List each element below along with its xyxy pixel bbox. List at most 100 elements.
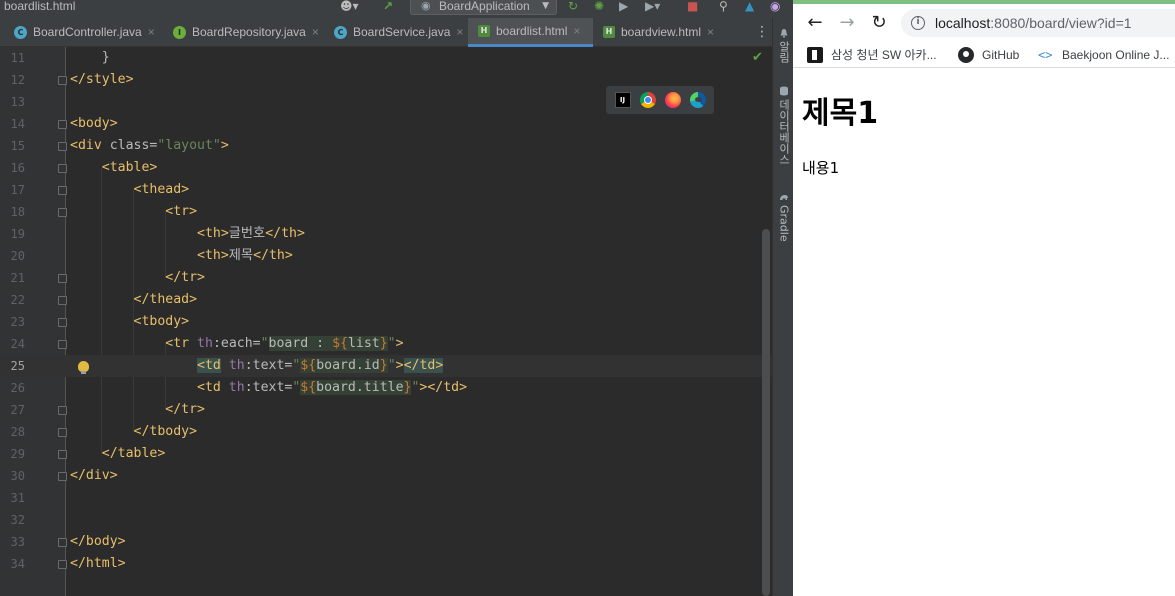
gradle-panel-button[interactable]: Gradle bbox=[773, 192, 794, 242]
plugin-icon[interactable]: ◉ bbox=[770, 0, 780, 14]
fold-marker[interactable] bbox=[58, 76, 67, 85]
vertical-scrollbar[interactable] bbox=[762, 229, 770, 596]
close-icon[interactable]: × bbox=[573, 24, 580, 38]
firefox-icon[interactable] bbox=[664, 92, 681, 108]
ide-toolbar: boardlist.html ☻▾ ↗ ◉ BoardApplication ▼… bbox=[0, 0, 793, 18]
close-icon[interactable]: × bbox=[707, 25, 714, 39]
tab-boardlist-html[interactable]: H boardlist.html × bbox=[468, 18, 593, 47]
fold-marker[interactable] bbox=[58, 164, 67, 173]
code-text: </tr> bbox=[70, 402, 205, 417]
fold-marker[interactable] bbox=[58, 208, 67, 217]
edge-icon[interactable] bbox=[689, 92, 706, 108]
html-file-icon: H bbox=[478, 25, 490, 37]
tab-board-service[interactable]: C BoardService.java × bbox=[320, 18, 468, 46]
line-number: 14 bbox=[10, 117, 25, 131]
code-line-16[interactable]: 16 <table> bbox=[0, 157, 772, 179]
url-host: localhost bbox=[935, 15, 991, 31]
coverage-icon[interactable]: ▶ bbox=[619, 0, 628, 14]
reload-icon[interactable]: ↻ bbox=[867, 11, 891, 35]
stop-icon[interactable]: ■ bbox=[687, 0, 698, 14]
database-panel-button[interactable]: 데이터베이스 bbox=[773, 86, 794, 165]
bookmark-ssafy[interactable]: 삼성 청년 SW 아카... bbox=[807, 42, 937, 67]
code-line-23[interactable]: 23 <tbody> bbox=[0, 311, 772, 333]
forward-arrow-icon[interactable]: → bbox=[835, 11, 859, 35]
fold-marker[interactable] bbox=[58, 142, 67, 151]
fold-marker[interactable] bbox=[58, 428, 67, 437]
code-line-34[interactable]: 34 </html> bbox=[0, 553, 772, 575]
run-configuration-selector[interactable]: ◉ BoardApplication ▼ bbox=[410, 0, 557, 15]
fold-marker[interactable] bbox=[58, 560, 67, 569]
search-icon[interactable]: ⚲ bbox=[719, 0, 728, 14]
close-icon[interactable]: × bbox=[148, 25, 155, 39]
fold-marker[interactable] bbox=[58, 538, 67, 547]
code-line-24[interactable]: 24 <tr th:each="board : ${list}"> bbox=[0, 333, 772, 355]
html-file-icon: H bbox=[603, 26, 615, 38]
inspection-ok-check-icon[interactable]: ✔ bbox=[752, 50, 763, 66]
address-bar[interactable]: i localhost:8080/board/view?id=1 bbox=[901, 9, 1175, 37]
fold-marker[interactable] bbox=[58, 120, 67, 129]
update-icon[interactable]: ▲ bbox=[745, 0, 754, 14]
code-line-27[interactable]: 27 </tr> bbox=[0, 399, 772, 421]
code-text: </table> bbox=[70, 446, 166, 461]
code-line-11[interactable]: 11 } bbox=[0, 47, 772, 69]
code-line-19[interactable]: 19 <th>글번호</th> bbox=[0, 223, 772, 245]
code-line-22[interactable]: 22 </thead> bbox=[0, 289, 772, 311]
profiler-icon[interactable]: ▶▾ bbox=[645, 0, 660, 14]
code-text: <th>글번호</th> bbox=[70, 226, 305, 241]
intellij-icon[interactable]: IJ bbox=[614, 92, 631, 108]
url-text[interactable]: localhost:8080/board/view?id=1 bbox=[935, 9, 1132, 37]
post-content-text: 내용1 bbox=[802, 159, 840, 177]
code-line-26[interactable]: 26 <td th:text="${board.title}"></td> bbox=[0, 377, 772, 399]
code-line-29[interactable]: 29 </table> bbox=[0, 443, 772, 465]
code-line-17[interactable]: 17 <thead> bbox=[0, 179, 772, 201]
code-line-25[interactable]: 25 <td th:text="${board.id}"></td> bbox=[0, 355, 772, 377]
chrome-icon[interactable] bbox=[639, 92, 656, 108]
fold-marker[interactable] bbox=[58, 274, 67, 283]
code-text: <th>제목</th> bbox=[70, 248, 293, 263]
code-line-15[interactable]: 15 <div class="layout"> bbox=[0, 135, 772, 157]
code-line-28[interactable]: 28 </tbody> bbox=[0, 421, 772, 443]
code-line-20[interactable]: 20 <th>제목</th> bbox=[0, 245, 772, 267]
rerun-icon[interactable]: ↻ bbox=[568, 0, 578, 14]
build-hammer-icon[interactable]: ↗ bbox=[383, 0, 393, 14]
bookmark-github[interactable]: GitHub bbox=[958, 42, 1019, 67]
fold-marker[interactable] bbox=[58, 472, 67, 481]
bookmark-baekjoon[interactable]: <> Baekjoon Online J... bbox=[1038, 42, 1169, 67]
code-line-32[interactable]: 32 bbox=[0, 509, 772, 531]
code-line-21[interactable]: 21 </tr> bbox=[0, 267, 772, 289]
fold-marker[interactable] bbox=[58, 186, 67, 195]
line-number: 30 bbox=[10, 469, 25, 483]
run-configuration-label: BoardApplication bbox=[439, 0, 530, 13]
fold-marker[interactable] bbox=[58, 296, 67, 305]
back-arrow-icon[interactable]: ← bbox=[803, 11, 827, 35]
more-vertical-icon[interactable]: ⋮ bbox=[755, 25, 769, 39]
code-text: <body> bbox=[70, 116, 118, 131]
close-icon[interactable]: × bbox=[312, 25, 319, 39]
fold-marker[interactable] bbox=[58, 340, 67, 349]
code-line-33[interactable]: 33 </body> bbox=[0, 531, 772, 553]
tab-board-repository[interactable]: I BoardRepository.java × bbox=[159, 18, 322, 46]
tab-boardview-html[interactable]: H boardview.html × bbox=[593, 18, 743, 46]
code-text: <tr th:each="board : ${list}"> bbox=[70, 336, 404, 351]
notifications-panel-button[interactable]: 알림 bbox=[773, 28, 794, 63]
user-icon[interactable]: ☻▾ bbox=[340, 0, 359, 14]
code-text: </thead> bbox=[70, 292, 198, 307]
code-line-18[interactable]: 18 <tr> bbox=[0, 201, 772, 223]
fold-marker[interactable] bbox=[58, 318, 67, 327]
debug-bug-icon[interactable]: ✺ bbox=[594, 0, 604, 14]
close-icon[interactable]: × bbox=[456, 25, 463, 39]
bookmark-label: Baekjoon Online J... bbox=[1062, 47, 1170, 62]
code-line-31[interactable]: 31 bbox=[0, 487, 772, 509]
fold-marker[interactable] bbox=[58, 450, 67, 459]
code-line-30[interactable]: 30 </div> bbox=[0, 465, 772, 487]
browser-toolbar: ← → ↻ i localhost:8080/board/view?id=1 bbox=[793, 4, 1175, 42]
fold-marker[interactable] bbox=[58, 406, 67, 415]
site-info-icon[interactable]: i bbox=[911, 16, 925, 30]
tab-board-controller[interactable]: C BoardController.java × bbox=[0, 18, 163, 46]
code-line-14[interactable]: 14 <body> bbox=[0, 113, 772, 135]
tab-label: BoardService.java bbox=[353, 25, 451, 39]
url-path: :8080/board/view?id=1 bbox=[990, 15, 1132, 31]
editor-tab-bar: C BoardController.java × I BoardReposito… bbox=[0, 18, 793, 47]
code-editor[interactable]: 11 } 12 </style> 13 14 <body> 15 <div cl… bbox=[0, 47, 772, 596]
line-number: 27 bbox=[10, 403, 25, 417]
